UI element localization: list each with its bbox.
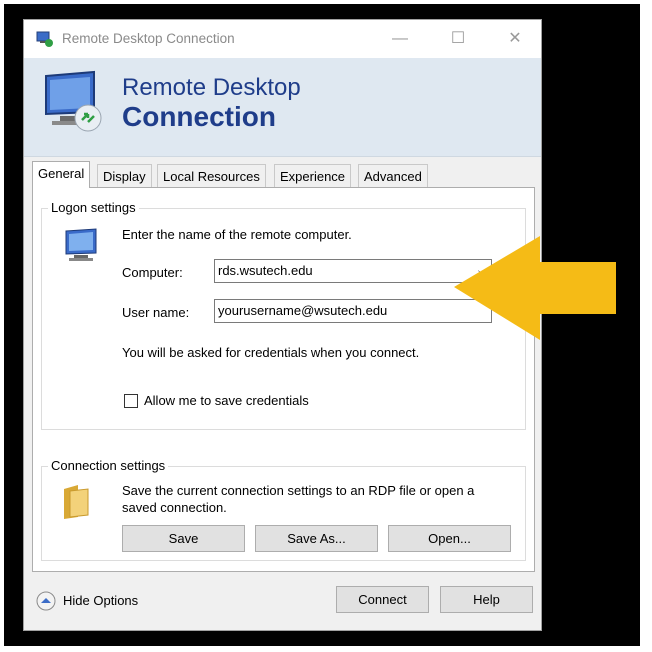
close-button[interactable]: ✕ (500, 28, 530, 50)
connection-description-line2: saved connection. (122, 500, 227, 515)
credentials-note: You will be asked for credentials when y… (122, 345, 420, 360)
tab-general[interactable]: General (32, 161, 91, 188)
connection-description-line1: Save the current connection settings to … (122, 483, 475, 498)
help-button[interactable]: Help (440, 586, 533, 613)
computer-value: rds.wsutech.edu (218, 263, 313, 278)
banner-title-line1: Remote Desktop (122, 74, 301, 101)
save-button[interactable]: Save (122, 525, 245, 552)
maximize-button[interactable]: ☐ (443, 28, 473, 50)
username-value: yourusername@wsutech.edu (218, 303, 388, 318)
rdc-app-icon (36, 31, 53, 47)
collapse-up-icon (36, 591, 56, 611)
computer-name-instruction: Enter the name of the remote computer. (122, 227, 352, 242)
minimize-button[interactable]: — (385, 28, 415, 50)
logon-settings-legend: Logon settings (48, 200, 139, 215)
save-credentials-checkbox[interactable] (124, 394, 138, 408)
window-title: Remote Desktop Connection (62, 31, 235, 46)
banner-title-line2: Connection (122, 101, 276, 132)
username-label: User name: (122, 305, 190, 320)
save-as-button[interactable]: Save As... (255, 525, 378, 552)
tab-display[interactable]: Display (97, 164, 152, 187)
connect-button[interactable]: Connect (336, 586, 429, 613)
header-banner: Remote Desktop Connection (24, 58, 541, 157)
hide-options-label: Hide Options (63, 593, 139, 608)
computer-icon (65, 228, 97, 261)
connection-settings-group: Connection settings Save the current con… (41, 458, 526, 561)
tab-experience[interactable]: Experience (274, 164, 352, 187)
yellow-pointer-arrow-icon (454, 236, 616, 340)
connection-settings-legend: Connection settings (48, 458, 169, 473)
computer-label: Computer: (122, 265, 183, 280)
folder-icon (64, 485, 89, 519)
tab-local-resources[interactable]: Local Resources (157, 164, 266, 187)
remote-desktop-monitor-icon (45, 70, 102, 132)
open-button[interactable]: Open... (388, 525, 511, 552)
title-bar[interactable]: Remote Desktop Connection — ☐ ✕ (24, 20, 541, 58)
save-credentials-label[interactable]: Allow me to save credentials (144, 393, 309, 408)
tab-advanced[interactable]: Advanced (358, 164, 428, 187)
